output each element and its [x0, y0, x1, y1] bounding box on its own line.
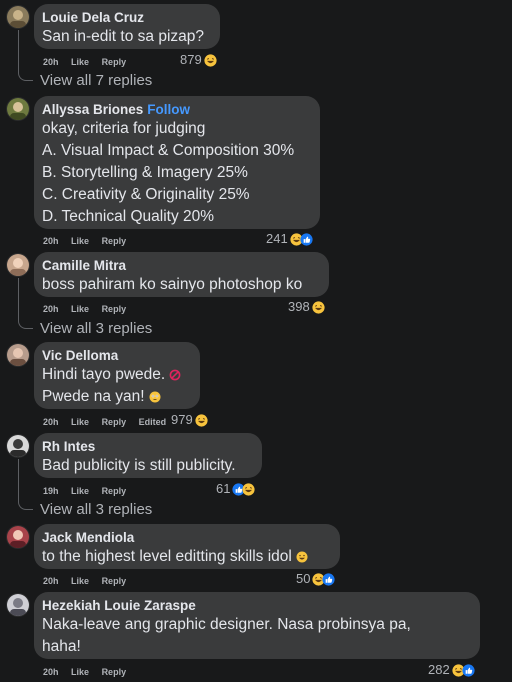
comment-author[interactable]: Vic Delloma: [42, 348, 192, 364]
reaction-count: 879: [180, 52, 202, 67]
like-button[interactable]: Like: [71, 236, 89, 246]
like-icon: [300, 232, 313, 246]
reply-button[interactable]: Reply: [102, 57, 127, 67]
like-icon: [322, 572, 336, 586]
haha-icon: [312, 300, 325, 314]
comment-time[interactable]: 20h: [43, 576, 59, 586]
reaction-summary[interactable]: 979: [171, 413, 208, 427]
comment-bubble: Jack Mendiola to the highest level editt…: [34, 524, 340, 569]
comment-actions: 20h Like Reply: [43, 666, 136, 678]
comment-actions: 20h Like Reply: [43, 575, 136, 587]
comment-text: okay, criteria for judging: [42, 120, 206, 137]
comment-author[interactable]: Camille Mitra: [42, 258, 321, 274]
comment-text: B. Storytelling & Imagery 25%: [42, 164, 248, 181]
comment-bubble: Camille Mitra boss pahiram ko sainyo pho…: [34, 252, 329, 297]
comment-text-part: to the highest level editting skills ido…: [42, 548, 292, 565]
avatar[interactable]: [7, 344, 29, 366]
reaction-summary[interactable]: 398: [288, 300, 325, 314]
comment-bubble: Rh Intes Bad publicity is still publicit…: [34, 433, 262, 478]
haha-icon: [204, 53, 217, 67]
comment-text: Pwede na yan!: [42, 386, 192, 408]
comment-text: A. Visual Impact & Composition 30%: [42, 142, 295, 159]
reply-button[interactable]: Reply: [102, 486, 127, 496]
comment-text: to the highest level editting skills ido…: [42, 546, 332, 568]
reply-button[interactable]: Reply: [102, 236, 127, 246]
like-button[interactable]: Like: [71, 576, 89, 586]
comment-actions: 20h Like Reply Edited: [43, 416, 176, 428]
reaction-count: 282: [428, 662, 450, 677]
comment-author[interactable]: Rh Intes: [42, 439, 254, 455]
haha-icon: [242, 482, 256, 496]
reaction-count: 398: [288, 299, 310, 314]
thread-connector: [18, 278, 33, 329]
comment-bubble: Allyssa Briones Follow okay, criteria for…: [34, 96, 320, 229]
comment-text: haha!: [42, 638, 81, 655]
comment-text: Naka-leave ang graphic designer. Nasa pr…: [42, 616, 411, 633]
comment-time[interactable]: 20h: [43, 417, 59, 427]
reaction-summary[interactable]: 50: [296, 571, 336, 586]
like-button[interactable]: Like: [71, 304, 89, 314]
comment-author[interactable]: Hezekiah Louie Zaraspe: [42, 598, 472, 614]
comment-bubble: Hezekiah Louie Zaraspe Naka-leave ang gr…: [34, 592, 480, 659]
comment-author: Allyssa Briones Follow: [42, 102, 312, 118]
like-button[interactable]: Like: [71, 486, 89, 496]
reaction-count: 241: [266, 231, 288, 246]
avatar[interactable]: [7, 526, 29, 548]
reply-button[interactable]: Reply: [102, 667, 127, 677]
avatar[interactable]: [7, 6, 29, 28]
reply-button[interactable]: Reply: [102, 576, 127, 586]
comment-actions: 20h Like Reply: [43, 235, 136, 247]
comment-actions: 19h Like Reply: [43, 485, 136, 497]
reaction-count: 61: [216, 481, 231, 496]
reply-button[interactable]: Reply: [102, 304, 127, 314]
comment-author[interactable]: Jack Mendiola: [42, 530, 332, 546]
grinning-face-icon: [296, 551, 308, 563]
comment-text: boss pahiram ko sainyo photoshop ko: [42, 276, 303, 293]
comment-author[interactable]: Louie Dela Cruz: [42, 10, 212, 26]
comment-bubble: Vic Delloma Hindi tayo pwede. Pwede na y…: [34, 342, 200, 409]
reaction-count: 50: [296, 571, 311, 586]
avatar[interactable]: [7, 594, 29, 616]
comment-text: D. Technical Quality 20%: [42, 208, 215, 225]
comment-time[interactable]: 19h: [43, 486, 59, 496]
comment-text-part: Pwede na yan!: [42, 388, 145, 405]
view-replies-link[interactable]: View all 7 replies: [40, 72, 152, 90]
like-button[interactable]: Like: [71, 667, 89, 677]
comment-time[interactable]: 20h: [43, 667, 59, 677]
reaction-summary[interactable]: 241: [266, 232, 313, 246]
like-button[interactable]: Like: [71, 417, 89, 427]
avatar[interactable]: [7, 98, 29, 120]
comment-text: San in-edit to sa pizap?: [42, 28, 204, 45]
reaction-summary[interactable]: 282: [428, 663, 475, 677]
comment-text-part: Hindi tayo pwede.: [42, 366, 166, 383]
no-entry-icon: [169, 369, 181, 381]
author-name[interactable]: Allyssa Briones: [42, 102, 143, 117]
view-replies-link[interactable]: View all 3 replies: [40, 320, 152, 338]
view-replies-link[interactable]: View all 3 replies: [40, 501, 152, 519]
avatar[interactable]: [7, 435, 29, 457]
thread-connector: [18, 459, 33, 510]
comment-time[interactable]: 20h: [43, 304, 59, 314]
comment-time[interactable]: 20h: [43, 57, 59, 67]
comment-text: Hindi tayo pwede.: [42, 364, 192, 386]
like-icon: [462, 663, 475, 677]
like-button[interactable]: Like: [71, 57, 89, 67]
reaction-summary[interactable]: 879: [180, 53, 217, 67]
comment-actions: 20h Like Reply: [43, 56, 136, 68]
comment-time[interactable]: 20h: [43, 236, 59, 246]
avatar[interactable]: [7, 254, 29, 276]
comment-actions: 20h Like Reply: [43, 303, 136, 315]
comment-text: C. Creativity & Originality 25%: [42, 186, 250, 203]
haha-icon: [195, 413, 208, 427]
reply-button[interactable]: Reply: [102, 417, 127, 427]
comment-text: Bad publicity is still publicity.: [42, 457, 236, 474]
edited-label[interactable]: Edited: [139, 417, 167, 427]
follow-button[interactable]: Follow: [147, 102, 190, 117]
reaction-summary[interactable]: 61: [216, 481, 256, 496]
comment-bubble: Louie Dela Cruz San in-edit to sa pizap?: [34, 4, 220, 49]
reaction-count: 979: [171, 412, 193, 427]
flushed-face-icon: [149, 391, 161, 403]
thread-connector: [18, 30, 33, 81]
